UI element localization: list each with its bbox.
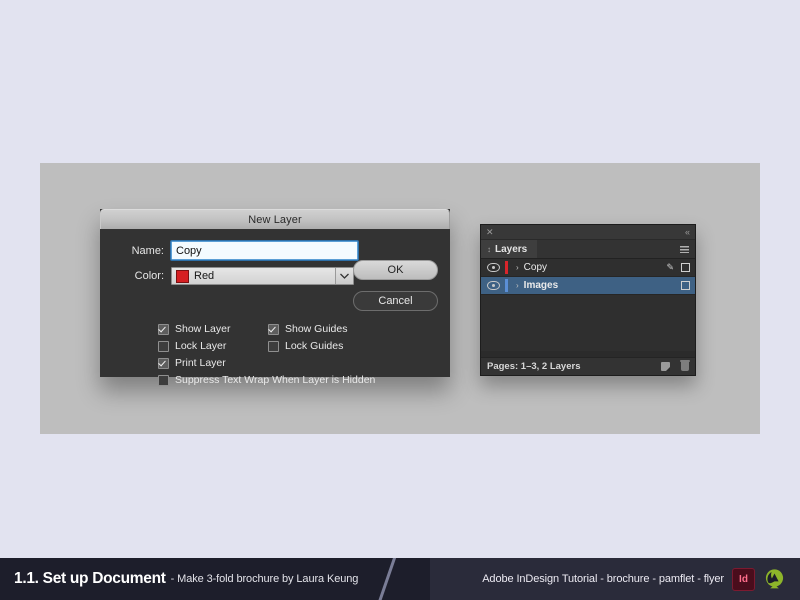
panel-menu-button[interactable] bbox=[680, 240, 695, 258]
checkbox-label: Lock Guides bbox=[285, 340, 344, 352]
chapter-title: 1.1. Set up Document bbox=[14, 570, 166, 587]
checkbox-row: Print Layer bbox=[158, 357, 448, 369]
hamburger-menu-icon bbox=[680, 245, 689, 253]
checkbox-box[interactable] bbox=[158, 357, 169, 369]
checkbox-label: Suppress Text Wrap When Layer is Hidden bbox=[175, 374, 376, 386]
trash-icon[interactable] bbox=[680, 359, 690, 371]
dialog-body: Name: Copy Color: Red OK Cancel Show Lay… bbox=[100, 229, 450, 386]
checkbox-suppress-text-wrap[interactable]: Suppress Text Wrap When Layer is Hidden bbox=[158, 374, 375, 386]
cancel-button-label: Cancel bbox=[378, 295, 413, 307]
layer-name: Copy bbox=[523, 262, 548, 273]
chevron-right-icon[interactable]: › bbox=[516, 281, 519, 290]
eye-icon[interactable] bbox=[481, 263, 505, 272]
checkbox-box[interactable] bbox=[268, 323, 279, 335]
indesign-app-icon-label: Id bbox=[739, 573, 748, 585]
layer-row-copy[interactable]: › Copy ✎ bbox=[481, 259, 695, 277]
chapter-subtitle: - Make 3-fold brochure by Laura Keung bbox=[170, 573, 359, 585]
layer-color-bar bbox=[505, 261, 508, 274]
cancel-button[interactable]: Cancel bbox=[353, 291, 438, 311]
color-value: Red bbox=[194, 270, 215, 282]
close-icon[interactable]: ✕ bbox=[486, 227, 494, 237]
checkbox-label: Show Layer bbox=[175, 323, 231, 335]
checkbox-box[interactable] bbox=[158, 374, 169, 386]
checkbox-show-layer[interactable]: Show Layer bbox=[158, 323, 268, 335]
bottom-bar-right: Adobe InDesign Tutorial - brochure - pam… bbox=[482, 558, 786, 600]
new-layer-dialog: New Layer Name: Copy Color: Red OK Cance… bbox=[100, 209, 450, 386]
chevron-right-icon[interactable]: › bbox=[516, 263, 519, 272]
name-input[interactable]: Copy bbox=[170, 240, 359, 261]
layers-panel: ✕ « ↕ Layers › Copy ✎ › Images Pages: 1–… bbox=[480, 224, 696, 376]
double-chevron-left-icon[interactable]: « bbox=[685, 227, 690, 237]
color-select[interactable]: Red bbox=[171, 267, 354, 285]
panel-topbar: ✕ « bbox=[481, 225, 695, 240]
pencil-icon: ✎ bbox=[666, 262, 674, 272]
color-field-label: Color: bbox=[134, 270, 164, 282]
updown-arrows-icon: ↕ bbox=[487, 244, 491, 254]
green-circle-logo-icon bbox=[763, 568, 786, 591]
chevron-down-icon[interactable] bbox=[335, 268, 353, 284]
layer-row-controls bbox=[681, 277, 690, 294]
layer-options-group: Show Layer Show Guides Lock Layer Lock G… bbox=[158, 323, 448, 391]
bottom-bar: 1.1. Set up Document - Make 3-fold broch… bbox=[0, 558, 800, 600]
layer-list: › Copy ✎ › Images bbox=[481, 259, 695, 351]
dialog-title: New Layer bbox=[248, 213, 302, 226]
checkbox-row: Suppress Text Wrap When Layer is Hidden bbox=[158, 374, 448, 386]
layers-status-text: Pages: 1–3, 2 Layers bbox=[487, 361, 581, 372]
tutorial-title: Adobe InDesign Tutorial - brochure - pam… bbox=[482, 573, 724, 585]
checkbox-label: Print Layer bbox=[175, 357, 226, 369]
checkbox-label: Lock Layer bbox=[175, 340, 227, 352]
name-field-row: Name: Copy bbox=[100, 240, 450, 261]
indesign-app-icon: Id bbox=[732, 567, 755, 591]
checkbox-label: Show Guides bbox=[285, 323, 348, 335]
target-square-icon[interactable] bbox=[681, 281, 690, 290]
dialog-titlebar[interactable]: New Layer bbox=[100, 209, 450, 229]
checkbox-show-guides[interactable]: Show Guides bbox=[268, 323, 347, 335]
tab-layers[interactable]: ↕ Layers bbox=[481, 240, 538, 258]
layer-name: Images bbox=[523, 280, 559, 291]
checkbox-box[interactable] bbox=[158, 323, 169, 335]
panel-footer: Pages: 1–3, 2 Layers bbox=[481, 357, 695, 375]
checkbox-lock-guides[interactable]: Lock Guides bbox=[268, 340, 343, 352]
bottom-bar-left-text: 1.1. Set up Document - Make 3-fold broch… bbox=[14, 558, 358, 600]
new-layer-icon[interactable] bbox=[661, 362, 670, 371]
tab-layers-label: Layers bbox=[495, 243, 528, 255]
footer-icon-group bbox=[661, 359, 690, 371]
layer-row-controls: ✎ bbox=[666, 259, 690, 276]
checkbox-print-layer[interactable]: Print Layer bbox=[158, 357, 268, 369]
ok-button[interactable]: OK bbox=[353, 260, 438, 280]
checkbox-row: Show Layer Show Guides bbox=[158, 323, 448, 335]
target-square-icon[interactable] bbox=[681, 263, 690, 272]
name-field-label: Name: bbox=[131, 244, 164, 257]
color-swatch bbox=[176, 269, 189, 283]
eye-icon[interactable] bbox=[481, 281, 505, 290]
panel-tabbar: ↕ Layers bbox=[481, 240, 695, 259]
checkbox-box[interactable] bbox=[158, 340, 169, 352]
ok-button-label: OK bbox=[387, 264, 404, 276]
checkbox-box[interactable] bbox=[268, 340, 279, 352]
layer-row-images[interactable]: › Images bbox=[481, 277, 695, 295]
checkbox-row: Lock Layer Lock Guides bbox=[158, 340, 448, 352]
layer-color-bar bbox=[505, 279, 508, 292]
checkbox-lock-layer[interactable]: Lock Layer bbox=[158, 340, 268, 352]
